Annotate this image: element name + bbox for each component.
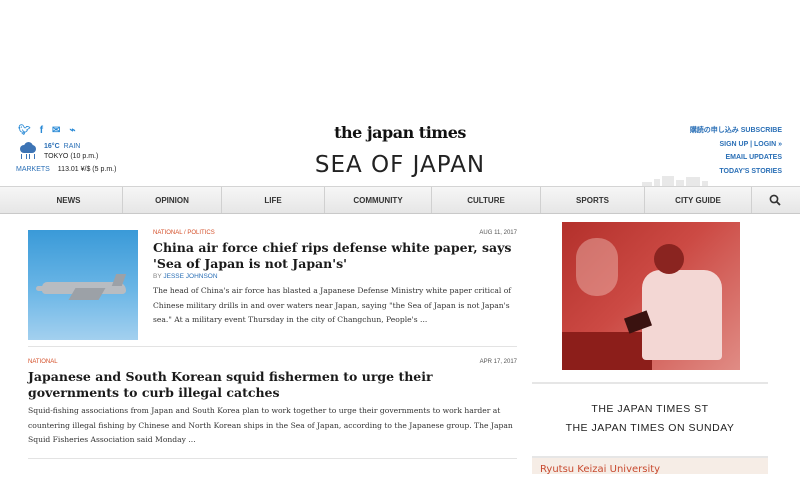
article-byline: BY JESSE JOHNSON xyxy=(153,273,517,280)
article-subcategory[interactable]: POLITICS xyxy=(187,230,214,236)
article-thumbnail[interactable] xyxy=(28,230,138,340)
publication-link-st[interactable]: THE JAPAN TIMES ST xyxy=(532,400,768,419)
nav-item-city-guide[interactable]: CITY GUIDE xyxy=(645,187,752,213)
byline-prefix: BY xyxy=(153,273,164,280)
article-category[interactable]: NATIONAL xyxy=(153,230,182,236)
ad-space xyxy=(0,0,800,118)
article-item: NATIONAL APR 17, 2017 Japanese and South… xyxy=(28,347,517,459)
skyline-graphic xyxy=(642,176,782,186)
article-headline[interactable]: China air force chief rips defense white… xyxy=(153,240,517,271)
main-content: NATIONAL / POLITICS AUG 11, 2017 China a… xyxy=(0,214,800,474)
account-links: 購読の申し込み SUBSCRIBE SIGN UP | LOGIN » EMAI… xyxy=(690,124,782,178)
article-headline[interactable]: Japanese and South Korean squid fisherme… xyxy=(28,369,517,400)
article-list: NATIONAL / POLITICS AUG 11, 2017 China a… xyxy=(28,214,517,474)
email-updates-link[interactable]: EMAIL UPDATES xyxy=(690,151,782,165)
article-summary: Squid-fishing associations from Japan an… xyxy=(28,406,513,444)
site-header: 🐦︎ f ✉ ⌁ 16°C RAIN TOKYO (10 p.m.) MARKET… xyxy=(0,118,800,186)
article-category[interactable]: NATIONAL xyxy=(28,359,58,365)
nav-item-opinion[interactable]: OPINION xyxy=(123,187,222,213)
site-logo[interactable]: the japan times xyxy=(0,123,800,142)
main-nav: NEWS OPINION LIFE COMMUNITY CULTURE SPOR… xyxy=(0,186,800,214)
article-summary: The head of China's air force has blaste… xyxy=(153,286,512,324)
nav-item-news[interactable]: NEWS xyxy=(15,187,123,213)
article-date: APR 17, 2017 xyxy=(479,359,517,365)
page-title: SEA OF JAPAN xyxy=(314,152,486,178)
weather-condition: RAIN xyxy=(63,143,81,150)
sidebar: THE JAPAN TIMES ST THE JAPAN TIMES ON SU… xyxy=(532,214,768,474)
author-link[interactable]: JESSE JOHNSON xyxy=(163,273,217,280)
nav-item-culture[interactable]: CULTURE xyxy=(432,187,541,213)
search-button[interactable] xyxy=(752,187,797,213)
sidebar-promo[interactable]: Ryutsu Keizai University xyxy=(532,456,768,474)
search-icon xyxy=(769,194,781,206)
signup-login-link[interactable]: SIGN UP | LOGIN » xyxy=(690,138,782,152)
nav-item-sports[interactable]: SPORTS xyxy=(541,187,645,213)
publications-box: THE JAPAN TIMES ST THE JAPAN TIMES ON SU… xyxy=(532,384,768,454)
nav-item-life[interactable]: LIFE xyxy=(222,187,325,213)
article-date: AUG 11, 2017 xyxy=(479,230,517,236)
advertisement-image[interactable] xyxy=(562,222,740,370)
article-item: NATIONAL / POLITICS AUG 11, 2017 China a… xyxy=(28,222,517,347)
nav-item-community[interactable]: COMMUNITY xyxy=(325,187,432,213)
publication-link-sunday[interactable]: THE JAPAN TIMES ON SUNDAY xyxy=(532,419,768,438)
subscribe-link[interactable]: 購読の申し込み SUBSCRIBE xyxy=(690,124,782,138)
weather-temp: 16°C xyxy=(44,143,60,150)
